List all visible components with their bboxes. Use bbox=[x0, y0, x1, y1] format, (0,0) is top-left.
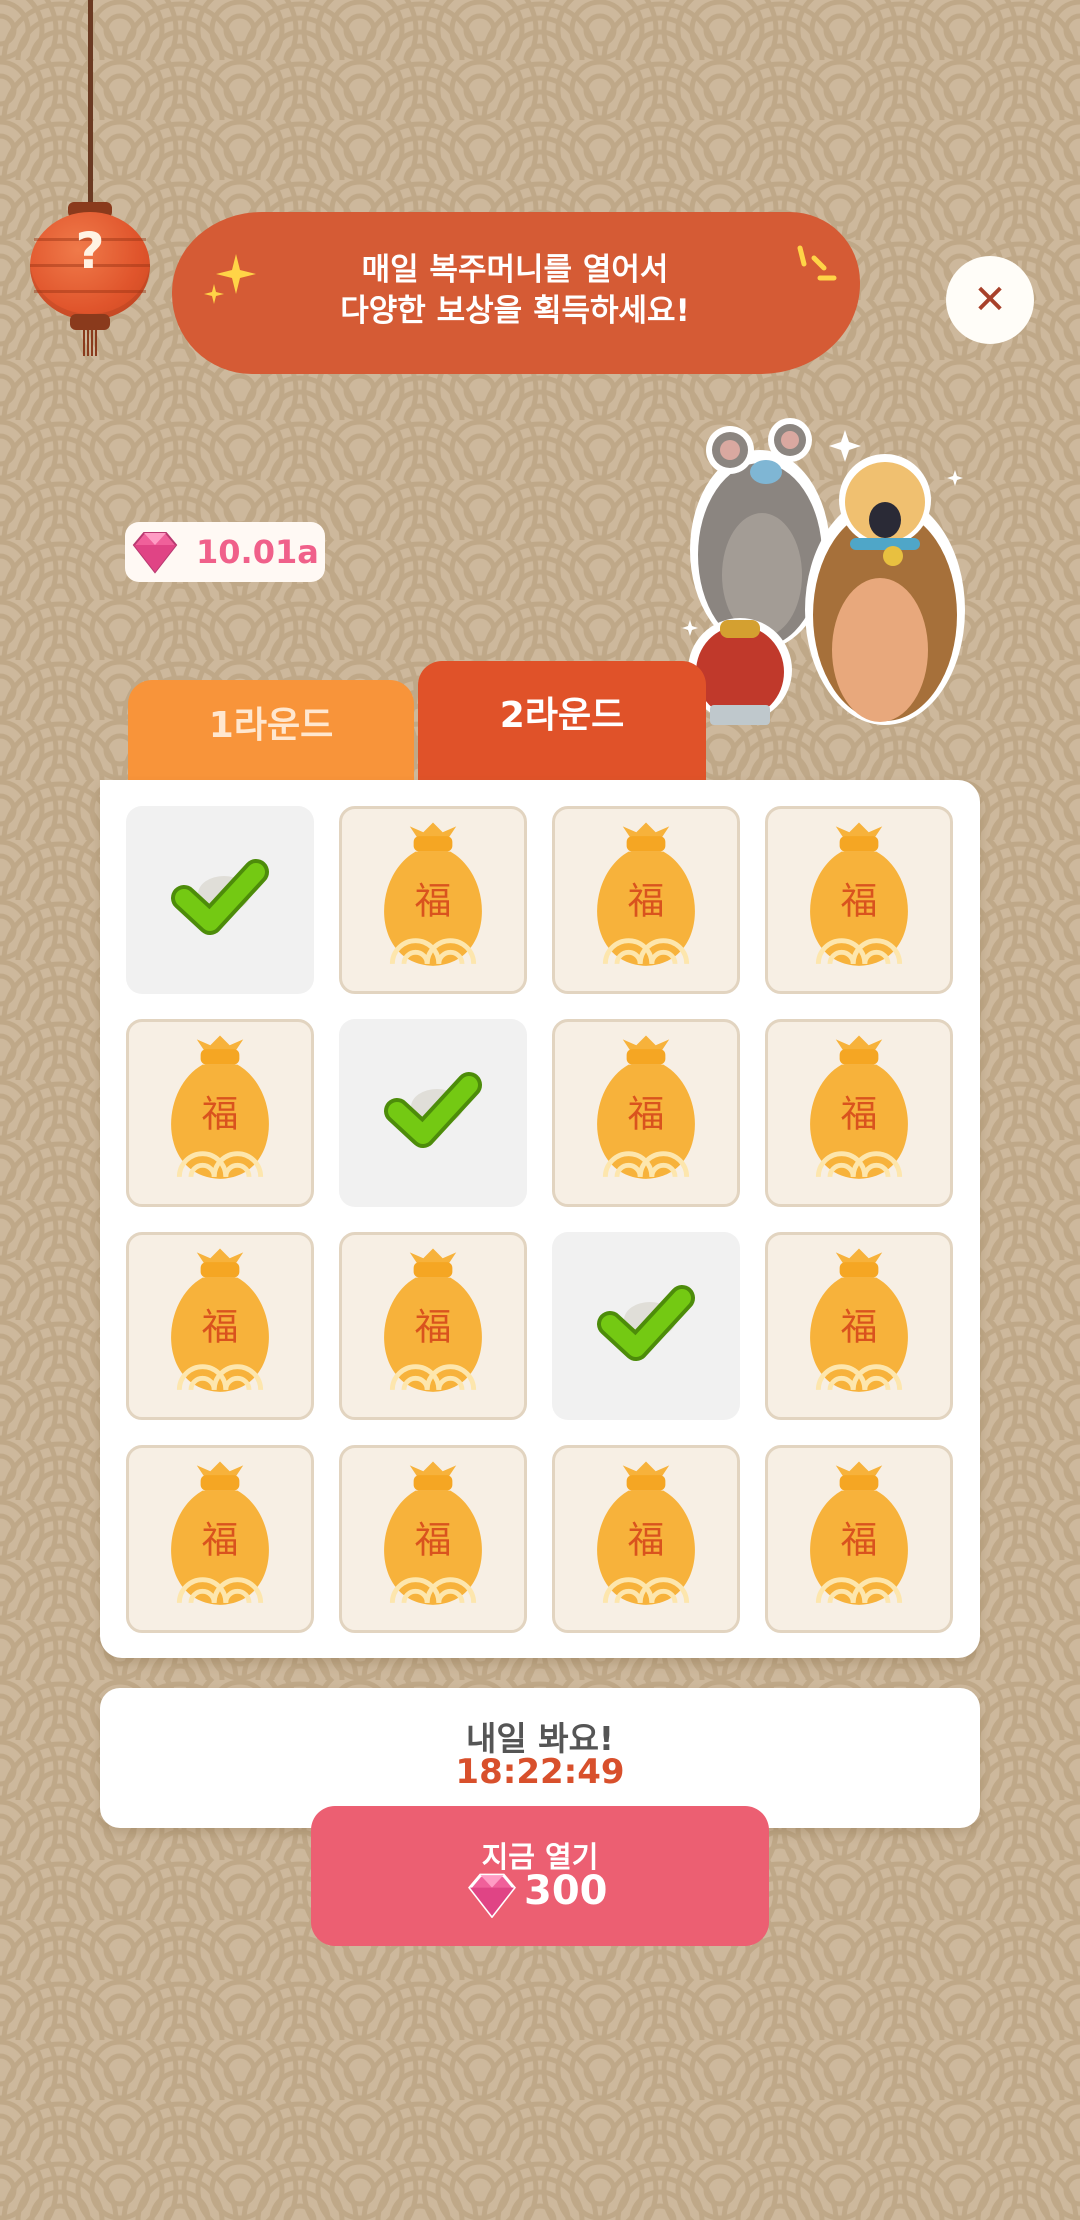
bag-fortune-symbol: 福 bbox=[841, 880, 878, 923]
bag-fortune-symbol: 福 bbox=[841, 1093, 878, 1136]
lucky-bag-icon: 福 bbox=[384, 1248, 482, 1392]
banner-line-1: 매일 복주머니를 열어서 bbox=[361, 252, 669, 288]
lucky-bag-cell[interactable]: 福 bbox=[552, 1019, 740, 1207]
lucky-bag-cell[interactable]: 福 bbox=[126, 1445, 314, 1633]
lantern-string bbox=[88, 0, 93, 220]
opened-bag-cell bbox=[126, 806, 314, 994]
bag-fortune-symbol: 福 bbox=[628, 1519, 665, 1562]
tab-round-2[interactable]: 2라운드 bbox=[418, 661, 706, 780]
lucky-bag-cell[interactable]: 福 bbox=[339, 1445, 527, 1633]
lucky-bag-icon: 福 bbox=[597, 1035, 695, 1179]
lucky-bag-cell[interactable]: 福 bbox=[552, 1445, 740, 1633]
opened-bag-cell bbox=[552, 1232, 740, 1420]
bag-fortune-symbol: 福 bbox=[415, 1306, 452, 1349]
bag-fortune-symbol: 福 bbox=[202, 1093, 239, 1136]
bag-fortune-symbol: 福 bbox=[415, 880, 452, 923]
bag-fortune-symbol: 福 bbox=[202, 1306, 239, 1349]
close-button[interactable]: ✕ bbox=[946, 256, 1034, 344]
lucky-bag-icon: 福 bbox=[384, 822, 482, 966]
question-mark-icon[interactable]: ? bbox=[30, 222, 150, 280]
lantern-tassel bbox=[83, 328, 97, 356]
lucky-bag-icon: 福 bbox=[810, 1035, 908, 1179]
opened-bag-cell bbox=[339, 1019, 527, 1207]
lantern-rib bbox=[34, 290, 146, 293]
lucky-bag-icon: 福 bbox=[171, 1248, 269, 1392]
mascot-characters-illustration bbox=[682, 418, 965, 725]
lucky-bag-cell[interactable]: 福 bbox=[765, 1019, 953, 1207]
gem-icon bbox=[468, 1873, 516, 1918]
lucky-bag-icon: 福 bbox=[810, 1248, 908, 1392]
lucky-bag-icon: 福 bbox=[597, 1461, 695, 1605]
lucky-bag-icon: 福 bbox=[810, 822, 908, 966]
bag-fortune-symbol: 福 bbox=[841, 1306, 878, 1349]
bag-fortune-symbol: 福 bbox=[415, 1519, 452, 1562]
gem-balance: 10.01a bbox=[196, 533, 319, 571]
lucky-bag-icon: 福 bbox=[171, 1461, 269, 1605]
bag-fortune-symbol: 福 bbox=[202, 1519, 239, 1562]
lucky-bag-cell[interactable]: 福 bbox=[126, 1019, 314, 1207]
close-icon: ✕ bbox=[973, 277, 1007, 323]
bag-fortune-symbol: 福 bbox=[628, 880, 665, 923]
lucky-bag-cell[interactable]: 福 bbox=[339, 1232, 527, 1420]
lucky-bag-icon: 福 bbox=[384, 1461, 482, 1605]
lucky-bag-cell[interactable]: 福 bbox=[339, 806, 527, 994]
lucky-bag-cell[interactable]: 福 bbox=[765, 806, 953, 994]
lucky-bag-cell[interactable]: 福 bbox=[765, 1232, 953, 1420]
lucky-bag-cell[interactable]: 福 bbox=[765, 1445, 953, 1633]
gem-icon bbox=[132, 532, 178, 574]
banner-text: 매일 복주머니를 열어서 다양한 보상을 획득하세요! bbox=[200, 250, 830, 332]
bag-fortune-symbol: 福 bbox=[628, 1093, 665, 1136]
open-now-cost: 300 bbox=[524, 1868, 608, 1914]
lucky-bag-icon: 福 bbox=[171, 1035, 269, 1179]
banner-line-2: 다양한 보상을 획득하세요! bbox=[340, 293, 690, 329]
countdown-timer: 18:22:49 bbox=[455, 1752, 625, 1792]
lucky-bag-cell[interactable]: 福 bbox=[552, 806, 740, 994]
lucky-bag-cell[interactable]: 福 bbox=[126, 1232, 314, 1420]
bag-fortune-symbol: 福 bbox=[841, 1519, 878, 1562]
checkmark-icon bbox=[597, 1285, 695, 1361]
checkmark-icon bbox=[171, 859, 269, 935]
checkmark-icon bbox=[384, 1072, 482, 1148]
lucky-bag-icon: 福 bbox=[810, 1461, 908, 1605]
tab-round-1[interactable]: 1라운드 bbox=[128, 680, 414, 780]
lucky-bag-icon: 福 bbox=[597, 822, 695, 966]
